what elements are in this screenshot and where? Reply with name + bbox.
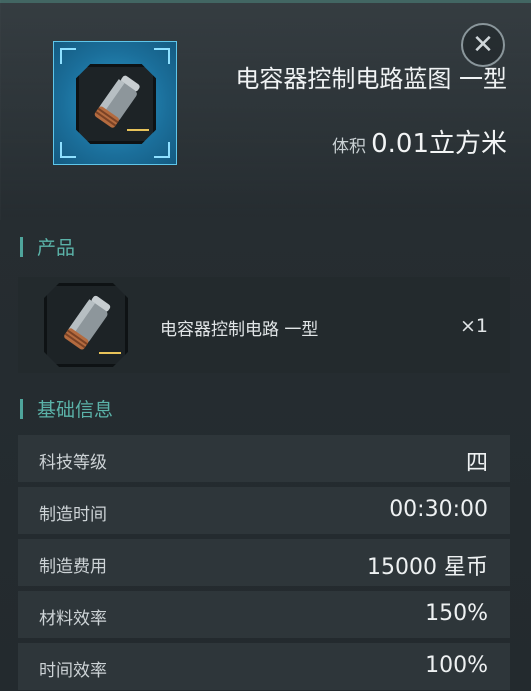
info-table: 科技等级 四 制造时间 00:30:00 制造费用 15000 星币 材料效率 … — [18, 435, 510, 691]
info-row-material-efficiency: 材料效率 150% — [18, 591, 510, 638]
product-quantity: ×1 — [459, 315, 488, 337]
section-title-product: 产品 — [37, 237, 76, 259]
info-value: 15000 星币 — [367, 555, 488, 580]
info-label: 制造费用 — [39, 557, 107, 577]
product-capacitor-icon — [44, 283, 128, 367]
section-header-info: 基础信息 — [20, 395, 113, 422]
product-name: 电容器控制电路 一型 — [160, 320, 319, 340]
section-header-product: 产品 — [20, 233, 75, 260]
product-item[interactable]: 电容器控制电路 一型 ×1 — [18, 277, 510, 373]
info-label: 材料效率 — [39, 609, 107, 629]
info-row-build-cost: 制造费用 15000 星币 — [18, 539, 510, 586]
info-value: 100% — [425, 653, 488, 678]
info-value: 四 — [465, 451, 488, 476]
info-row-build-time: 制造时间 00:30:00 — [18, 487, 510, 534]
capacitor-icon — [76, 64, 156, 144]
section-accent-bar — [20, 398, 23, 419]
close-button[interactable]: ✕ — [461, 23, 505, 67]
info-row-time-efficiency: 时间效率 100% — [18, 643, 510, 690]
blueprint-icon — [53, 41, 177, 165]
info-label: 制造时间 — [39, 505, 107, 525]
info-value: 00:30:00 — [389, 497, 488, 522]
section-title-info: 基础信息 — [37, 399, 114, 421]
section-accent-bar — [20, 236, 23, 257]
info-row-tech-level: 科技等级 四 — [18, 435, 510, 482]
volume-value: 0.01立方米 — [371, 129, 507, 159]
info-label: 科技等级 — [39, 453, 107, 473]
volume-info: 体积 0.01立方米 — [332, 123, 507, 160]
volume-label: 体积 — [332, 137, 366, 157]
info-value: 150% — [425, 601, 488, 626]
info-label: 时间效率 — [39, 661, 107, 681]
close-icon: ✕ — [472, 30, 494, 60]
blueprint-title: 电容器控制电路蓝图 一型 — [235, 65, 507, 93]
